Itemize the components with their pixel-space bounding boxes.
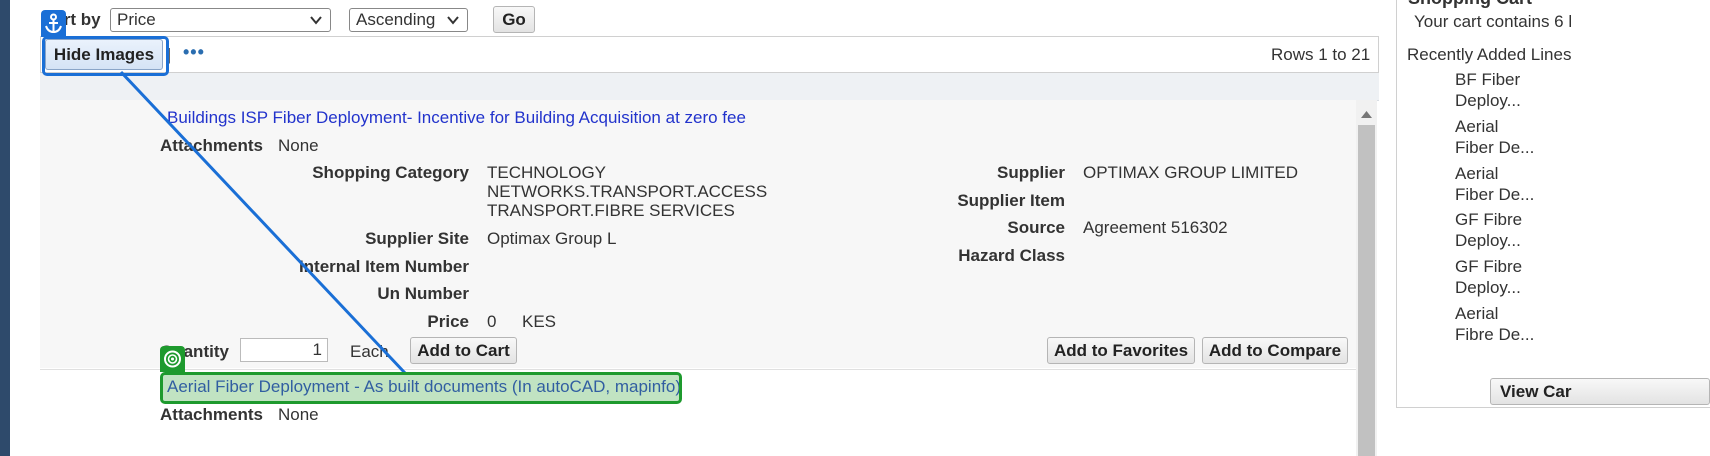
highlight-box-green <box>160 372 682 404</box>
target-tag <box>160 346 185 372</box>
target-icon <box>164 350 181 368</box>
